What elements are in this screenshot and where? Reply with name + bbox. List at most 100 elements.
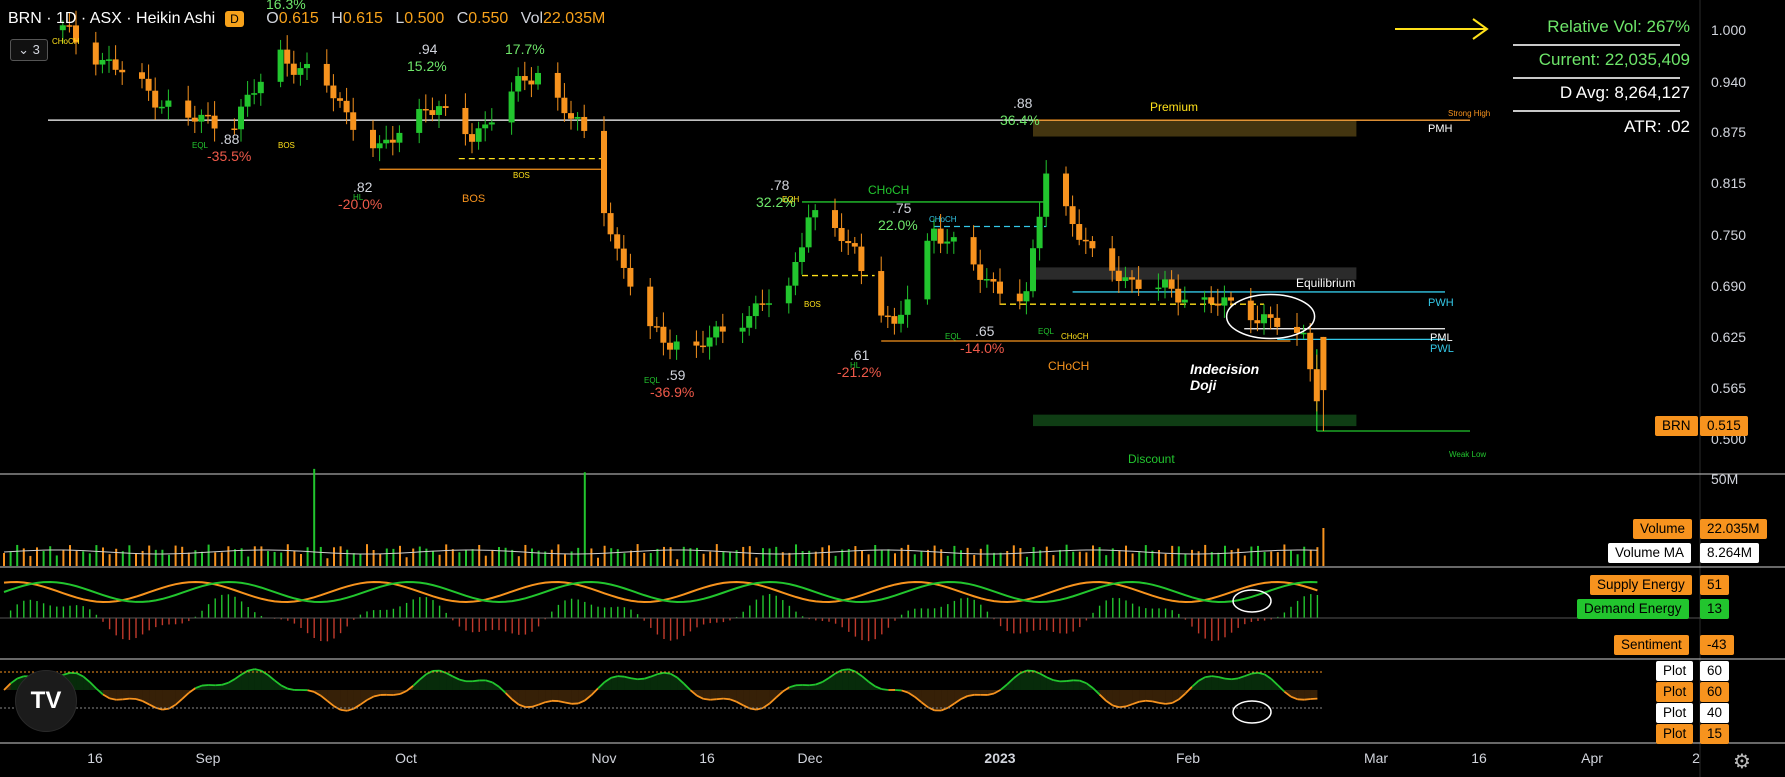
doji-label: Doji [1190,377,1218,393]
symbol-legend[interactable]: BRN · 1D · ASX · Heikin Ashi D O0.615 H0.… [8,10,605,28]
candle-body [904,299,911,315]
sentiment-fill [657,672,664,690]
tradingview-logo[interactable]: TV [15,670,77,732]
candle-body [977,264,984,280]
time-tick: Mar [1363,750,1389,766]
pmh-label: PMH [1428,123,1453,135]
candle-body [1307,332,1314,370]
candle-body [436,106,442,115]
sentiment-fill [1310,690,1318,699]
sentiment-value: -43 [1700,635,1734,655]
candle-body [422,108,429,111]
sentiment-fill [479,680,486,690]
eql-label: EQL [945,332,962,341]
pct-label: -14.0% [960,340,1004,356]
candle-body [528,80,535,85]
choch-label: CHoCH [1048,359,1089,373]
sentiment-fill [162,690,169,710]
eqh-label: EQH [782,195,800,204]
candle-body [739,327,746,332]
time-tick: 2023 [984,750,1016,766]
indicators-collapse-button[interactable]: ⌄ 3 [10,39,48,61]
sentiment-fill [466,681,473,690]
candle-body [878,271,885,316]
bos-label: BOS [278,141,295,150]
candle-body [469,134,475,142]
candle-body [389,139,396,143]
plot-value: 15 [1700,724,1730,744]
candle-body [112,59,119,70]
chart-canvas[interactable]: Premium Equilibrium Discount Strong High Wea… [0,0,1785,777]
candle-body [647,286,654,327]
high-label: H [331,10,343,27]
candle-body [158,106,165,109]
candle-body [706,337,713,347]
atr-value: ATR: .02 [1624,117,1690,136]
demand-energy-value: 13 [1700,599,1730,619]
stats-divider [1513,77,1680,79]
sentiment-line [472,679,480,683]
candle-body [330,85,337,99]
sentiment-line [162,707,170,711]
sentiment-line [1211,675,1219,678]
candle-body [251,93,258,95]
brn-price-tag: 0.515 [1700,416,1748,436]
candle-body [1089,241,1096,249]
pct-label: -35.5% [207,148,251,164]
candle-body [752,303,759,317]
candle-body [442,106,449,108]
candle-body [515,76,522,92]
sentiment-line [716,697,724,701]
candle-body [508,91,515,123]
open-value: 0.615 [278,10,319,27]
candle-body [488,122,495,125]
sentiment-line [1119,705,1127,709]
choch-label: CHoCH [1061,332,1089,341]
symbol-title[interactable]: BRN · 1D · ASX · Heikin Ashi [8,10,215,27]
candle-body [1109,248,1116,271]
sentiment-line [842,668,849,671]
choch-label: CHoCH [929,215,957,224]
candle-body [614,234,621,249]
candle-body [719,326,726,332]
settings-gear-icon[interactable]: ⚙ [1733,749,1751,774]
sentiment-fill [756,690,763,710]
sentiment-line [122,697,130,701]
sentiment-fill [551,690,559,702]
sentiment-line [201,684,209,687]
sentiment-fill [1205,676,1212,690]
candle-body [785,285,792,304]
last-candle-body [1320,336,1327,391]
sentiment-line [1231,677,1239,681]
price-label: .59 [666,367,686,383]
sentiment-line [393,693,401,696]
price-label: .88 [1013,95,1033,111]
sentiment-line [1158,702,1166,705]
price-tick: 0.940 [1711,74,1747,90]
candle-body [1175,288,1182,303]
price-label: .88 [220,131,240,147]
candle-body [304,63,310,69]
candle-body [554,72,561,98]
candle-body [812,210,819,218]
sentiment-fill [1258,672,1265,690]
choch-label: CHoCH [868,183,909,197]
candle-body [1030,248,1036,292]
sentiment-fill [1027,670,1034,690]
candle-body [1274,317,1281,327]
volume-tag: Volume [1633,519,1693,539]
sentiment-fill [1165,690,1173,704]
volume-axis-tick: 50M [1711,471,1739,487]
time-tick: Oct [395,750,417,766]
price-tick: 0.875 [1711,124,1747,140]
price-label: .78 [770,177,790,193]
candle-body [713,326,720,338]
close-label: C [456,10,469,27]
candle-body [937,228,944,244]
price-label: .94 [418,41,438,57]
plot-tag: Plot [1656,682,1694,702]
candle-body [700,345,706,348]
candle-body [139,72,145,79]
candle-body [970,237,977,265]
sentiment-fill [1211,676,1219,690]
